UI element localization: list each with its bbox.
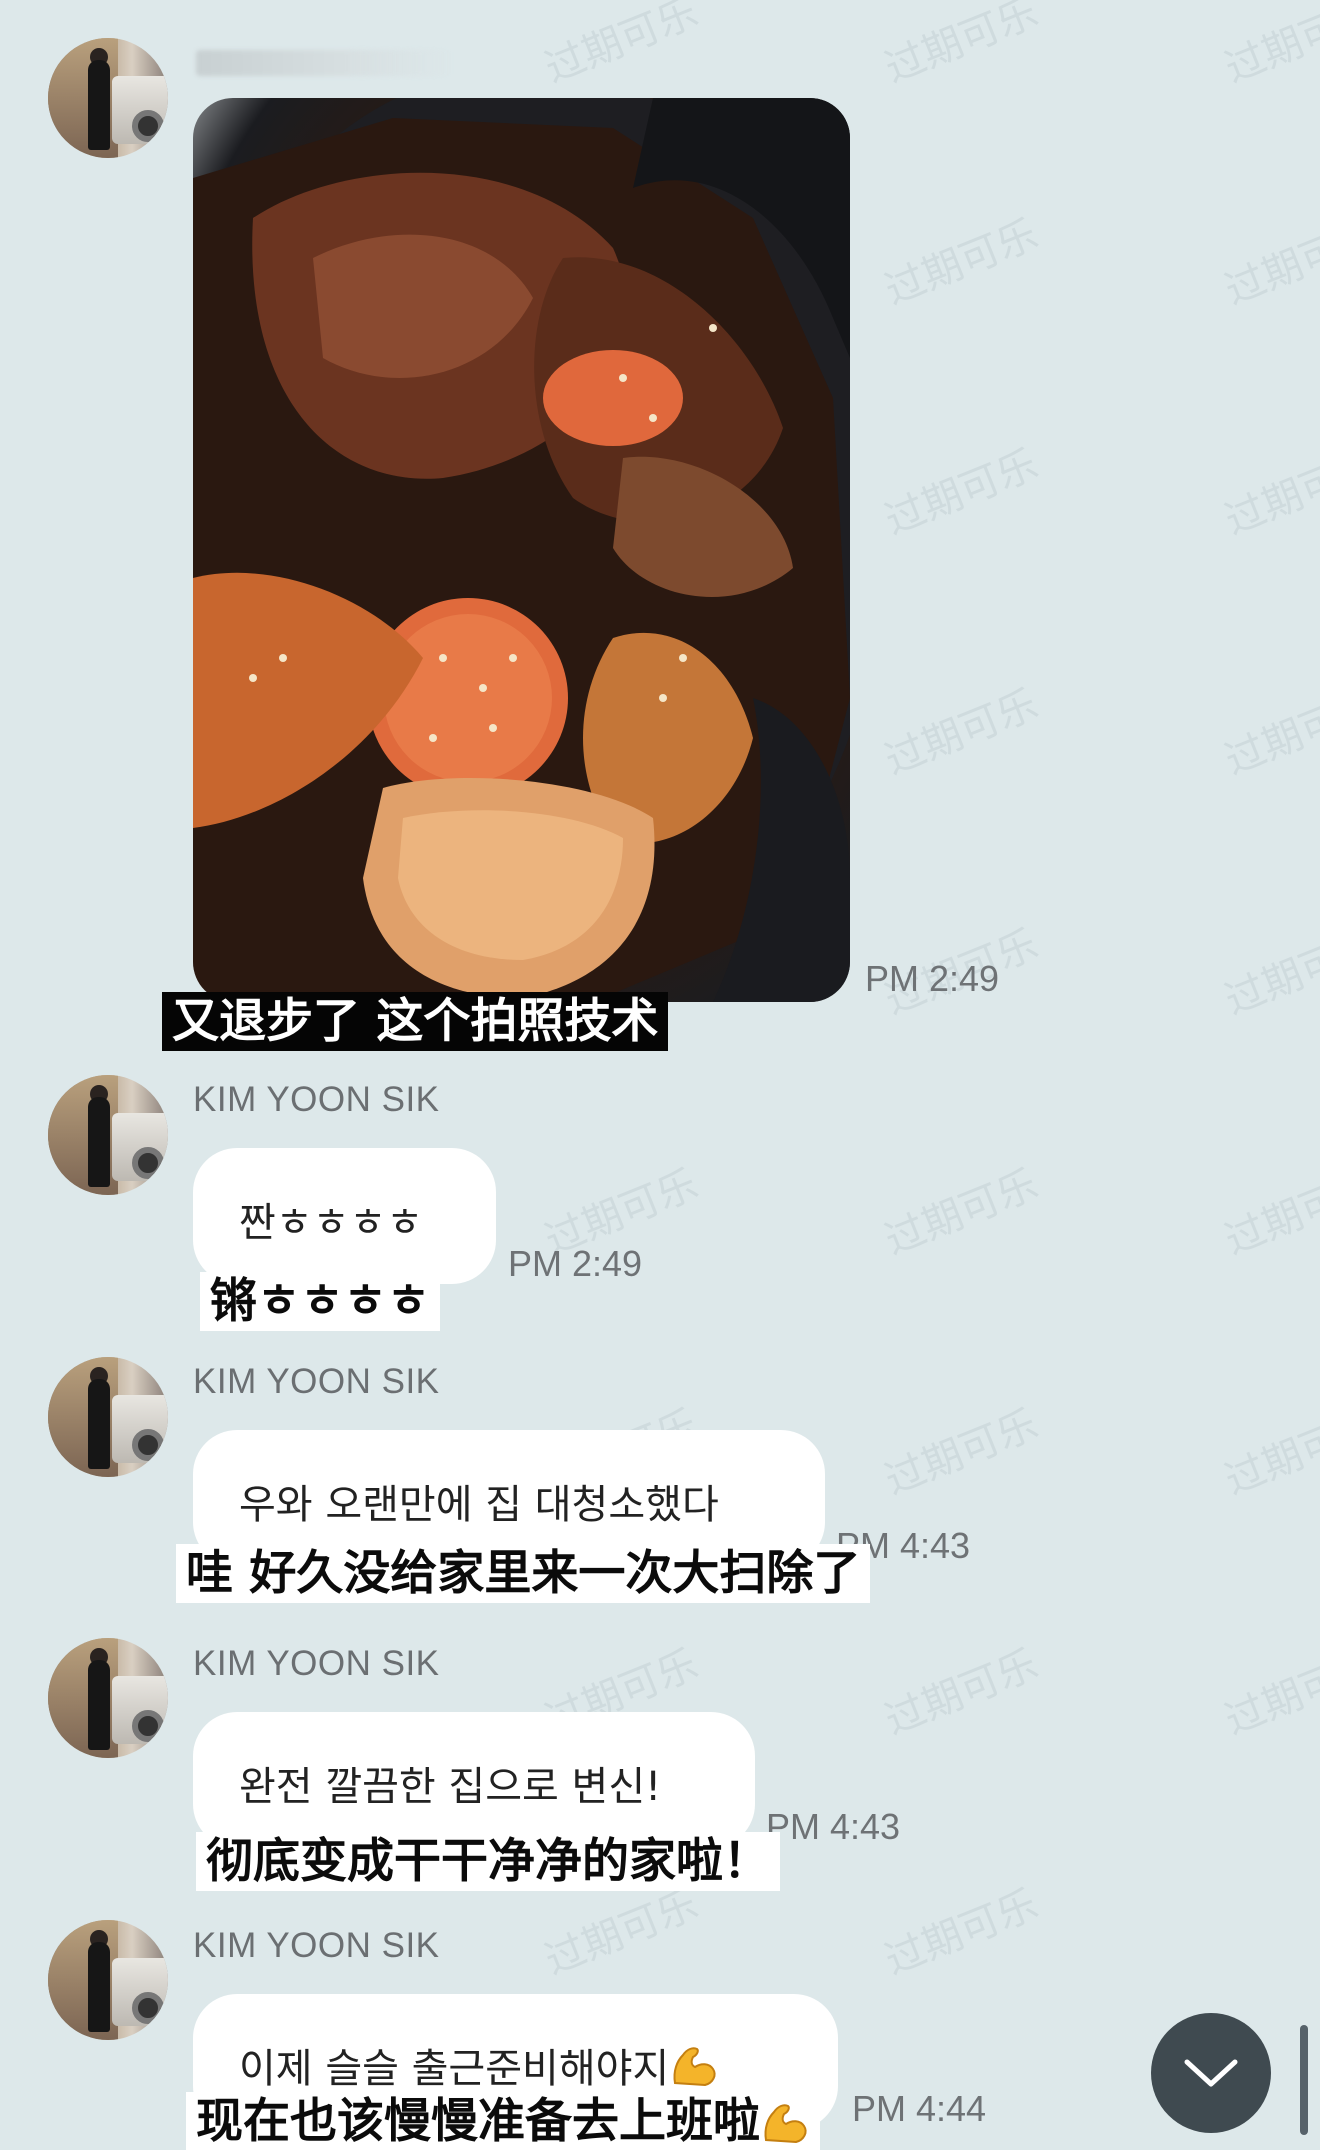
message-bubble[interactable]: 완전 깔끔한 집으로 변신!	[193, 1712, 755, 1848]
chevron-down-icon	[1184, 2059, 1238, 2087]
avatar[interactable]	[48, 1075, 168, 1195]
watermark: 过期可乐	[1218, 441, 1320, 545]
watermark: 过期可乐	[1218, 921, 1320, 1025]
sender-name: KIM YOON SIK	[193, 1644, 440, 1683]
watermark: 过期可乐	[878, 1881, 1045, 1985]
photo-message-food[interactable]	[193, 98, 850, 1002]
watermark: 过期可乐	[878, 441, 1045, 545]
flexed-biceps-icon	[673, 2047, 716, 2087]
watermark: 过期可乐	[878, 1161, 1045, 1265]
watermark: 过期可乐	[1218, 1161, 1320, 1265]
message-text: 짠ㅎㅎㅎㅎ	[239, 1200, 423, 1246]
sender-name: KIM YOON SIK	[193, 1926, 440, 1965]
watermark: 过期可乐	[878, 681, 1045, 785]
avatar[interactable]	[48, 1920, 168, 2040]
sender-name: KIM YOON SIK	[193, 1080, 440, 1119]
subtitle-caption: 又退步了 这个拍照技术	[162, 992, 669, 1051]
watermark: 过期可乐	[1218, 1401, 1320, 1505]
watermark: 过期可乐	[1218, 681, 1320, 785]
message-text: 완전 깔끔한 집으로 변신!	[239, 1764, 662, 1810]
watermark: 过期可乐	[1218, 1641, 1320, 1745]
watermark: 过期可乐	[878, 211, 1045, 315]
message-text: 이제 슬슬 출근준비해야지	[239, 2046, 670, 2092]
timestamp: PM 2:49	[865, 958, 1000, 999]
food-photo-graphic	[193, 98, 850, 1002]
message-text-row: 이제 슬슬 출근준비해야지	[239, 2036, 719, 2094]
scroll-to-bottom-button[interactable]	[1151, 2013, 1271, 2133]
message-text: 우와 오랜만에 집 대청소했다	[239, 1482, 719, 1528]
watermark: 过期可乐	[538, 0, 705, 93]
subtitle-caption: 现在也该慢慢准备去上班啦	[196, 2094, 760, 2149]
subtitle-caption: 锵ㅎㅎㅎㅎ	[200, 1272, 440, 1331]
watermark: 过期可乐	[1218, 211, 1320, 315]
subtitle-caption: 哇 好久没给家里来一次大扫除了	[176, 1544, 871, 1603]
timestamp: PM 2:49	[508, 1243, 643, 1284]
message-bubble[interactable]: 짠ㅎㅎㅎㅎ	[193, 1148, 496, 1284]
sender-name: KIM YOON SIK	[193, 1362, 440, 1401]
timestamp: PM 4:44	[852, 2088, 987, 2129]
flexed-biceps-icon	[764, 2103, 807, 2143]
avatar[interactable]	[48, 1638, 168, 1758]
subtitle-caption-row: 现在也该慢慢准备去上班啦	[186, 2092, 820, 2150]
scrollbar-thumb[interactable]	[1300, 2025, 1308, 2135]
watermark: 过期可乐	[878, 1401, 1045, 1505]
subtitle-caption: 彻底变成干干净净的家啦！	[196, 1832, 780, 1891]
avatar[interactable]	[48, 38, 168, 158]
watermark: 过期可乐	[878, 0, 1045, 93]
avatar[interactable]	[48, 1357, 168, 1477]
watermark: 过期可乐	[1218, 0, 1320, 93]
watermark: 过期可乐	[878, 1641, 1045, 1745]
timestamp: PM 4:43	[766, 1806, 901, 1847]
blurred-sender-name	[196, 50, 452, 76]
